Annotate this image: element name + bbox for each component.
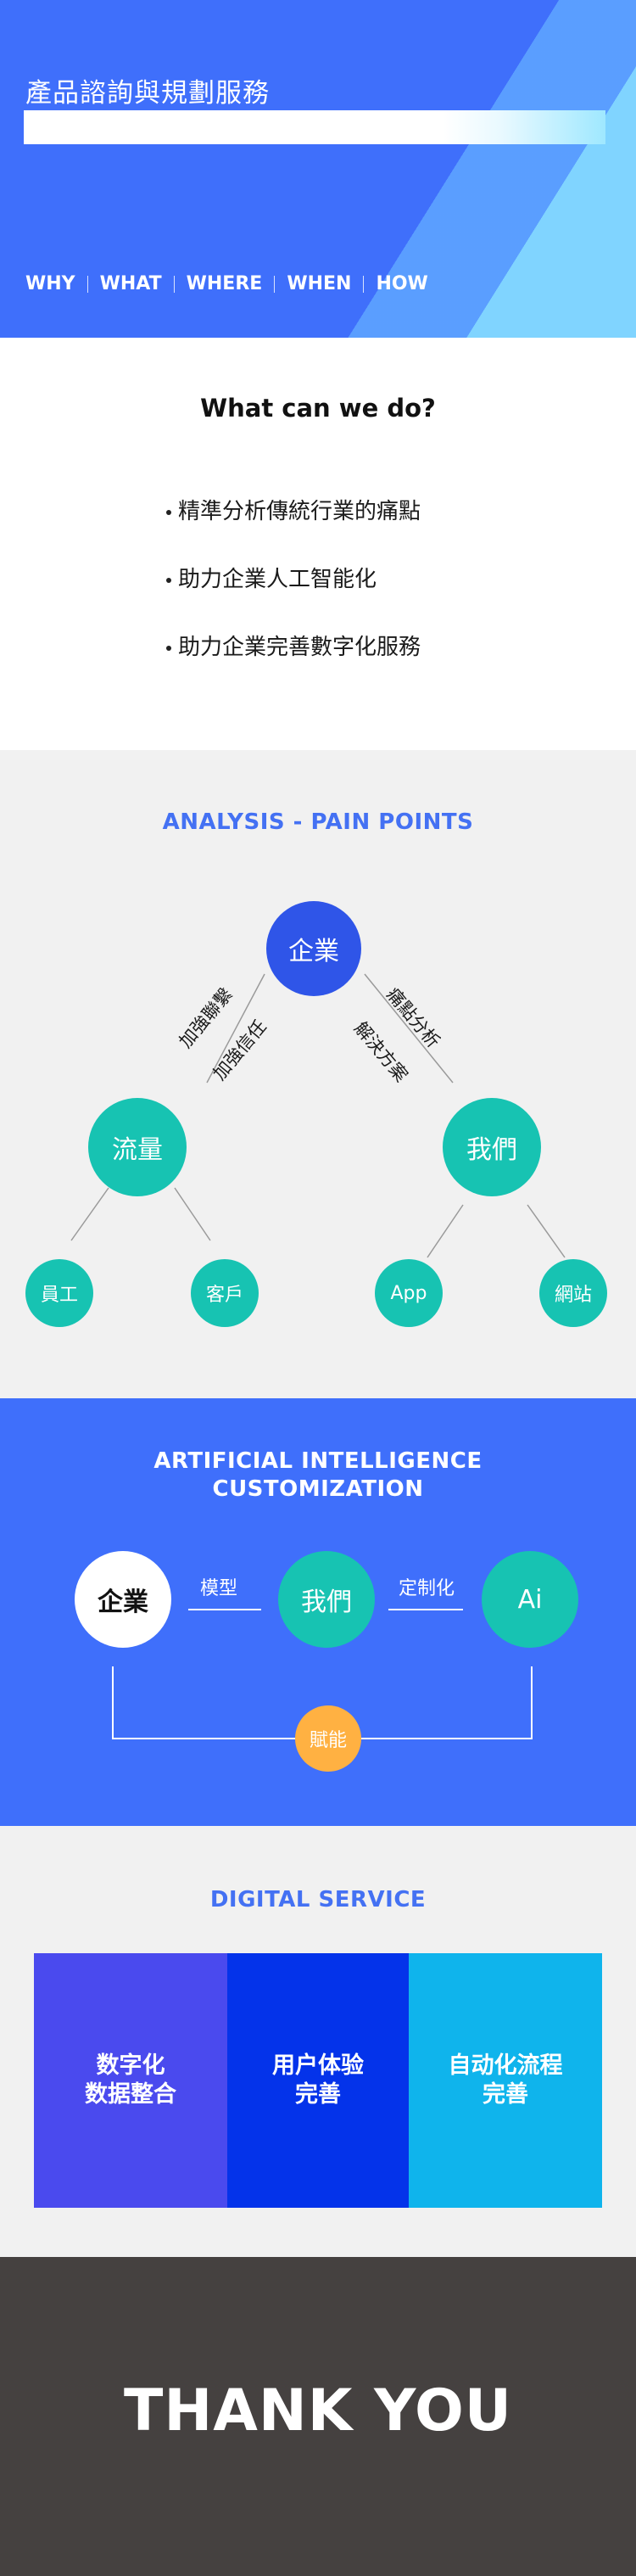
nav-item-what[interactable]: WHAT <box>100 273 162 294</box>
link-label-model: 模型 <box>200 1578 238 1599</box>
list-item-text: 助力企業人工智能化 <box>178 567 377 592</box>
thanks-section: THANK YOU <box>0 2257 636 2576</box>
node-enterprise: 企業 <box>75 1551 171 1648</box>
link-label-custom: 定制化 <box>399 1578 455 1599</box>
nav-divider <box>363 275 365 293</box>
service-line: 用户体验 <box>272 2052 364 2079</box>
nav-item-why[interactable]: WHY <box>25 273 75 294</box>
bracket-line <box>112 1738 298 1739</box>
what-section: What can we do? 精準分析傳統行業的痛點 助力企業人工智能化 助力… <box>0 338 636 750</box>
ai-title: ARTIFICIAL INTELLIGENCE CUSTOMIZATION <box>0 1448 636 1504</box>
bracket-line <box>361 1738 533 1739</box>
page: 產品諮詢與規劃服務 WHY WHAT WHERE WHEN HOW What c… <box>0 0 636 2576</box>
hero-bar <box>24 110 605 144</box>
connector-line <box>427 1204 464 1258</box>
ai-title-line2: CUSTOMIZATION <box>212 1476 424 1502</box>
nav-item-how[interactable]: HOW <box>376 273 427 294</box>
link-line <box>388 1609 463 1610</box>
list-item: 助力企業人工智能化 <box>166 565 421 633</box>
what-list: 精準分析傳統行業的痛點 助力企業人工智能化 助力企業完善數字化服務 <box>166 497 421 701</box>
connector-line <box>527 1204 566 1258</box>
nav-item-where[interactable]: WHERE <box>187 273 263 294</box>
service-line: 数字化 <box>96 2052 165 2079</box>
node-us: 我們 <box>443 1098 541 1196</box>
nav-divider <box>274 275 276 293</box>
nav-item-when[interactable]: WHEN <box>287 273 351 294</box>
digital-title: DIGITAL SERVICE <box>209 1887 427 1912</box>
bullet-dot <box>166 509 171 515</box>
list-item-text: 精準分析傳統行業的痛點 <box>178 499 421 524</box>
hero-banner: 產品諮詢與規劃服務 WHY WHAT WHERE WHEN HOW <box>0 0 636 338</box>
nav-divider <box>86 275 88 293</box>
node-leaf-employee: 員工 <box>25 1259 93 1327</box>
service-line: 完善 <box>295 2081 341 2108</box>
list-item: 精準分析傳統行業的痛點 <box>166 497 421 565</box>
ai-title-line1: ARTIFICIAL INTELLIGENCE <box>153 1448 483 1474</box>
node-ai: Ai <box>482 1551 578 1648</box>
bracket-line <box>531 1666 533 1739</box>
list-item: 助力企業完善數字化服務 <box>166 633 421 701</box>
node-leaf-website: 網站 <box>539 1259 607 1327</box>
service-block-data: 数字化 数据整合 <box>34 1953 227 2208</box>
analysis-section: ANALYSIS - PAIN POINTS 企業 加強聯繫 加強信任 痛點分析… <box>0 750 636 1398</box>
node-root: 企業 <box>266 901 361 996</box>
bullet-dot <box>166 577 171 583</box>
link-line <box>188 1609 261 1610</box>
node-traffic: 流量 <box>88 1098 187 1196</box>
node-leaf-app: App <box>375 1259 443 1327</box>
connector-line <box>174 1187 211 1241</box>
connector-line <box>70 1187 109 1241</box>
node-us: 我們 <box>278 1551 375 1648</box>
list-item-text: 助力企業完善數字化服務 <box>178 635 421 660</box>
service-line: 自动化流程 <box>448 2052 563 2079</box>
nav-divider <box>173 275 175 293</box>
bullet-dot <box>166 645 171 651</box>
what-title: What can we do? <box>200 394 436 423</box>
node-leaf-customer: 客戶 <box>191 1259 259 1327</box>
service-block-text: 数字化 数据整合 <box>85 2052 176 2109</box>
service-line: 完善 <box>483 2081 528 2108</box>
service-block-ux: 用户体验 完善 <box>227 1953 409 2208</box>
service-line: 数据整合 <box>85 2081 176 2108</box>
top-nav: WHY WHAT WHERE WHEN HOW <box>25 273 428 294</box>
node-empower: 賦能 <box>295 1705 361 1772</box>
bracket-line <box>112 1666 114 1739</box>
page-title: 產品諮詢與規劃服務 <box>25 78 270 109</box>
service-block-automation: 自动化流程 完善 <box>409 1953 602 2208</box>
service-block-text: 自动化流程 完善 <box>449 2052 563 2109</box>
digital-section: DIGITAL SERVICE 数字化 数据整合 用户体验 完善 自动化流程 完善 <box>0 1826 636 2257</box>
ai-section: ARTIFICIAL INTELLIGENCE CUSTOMIZATION 模型… <box>0 1398 636 1826</box>
service-block-text: 用户体验 完善 <box>272 2052 364 2109</box>
thanks-text: THANK YOU <box>123 2377 513 2444</box>
